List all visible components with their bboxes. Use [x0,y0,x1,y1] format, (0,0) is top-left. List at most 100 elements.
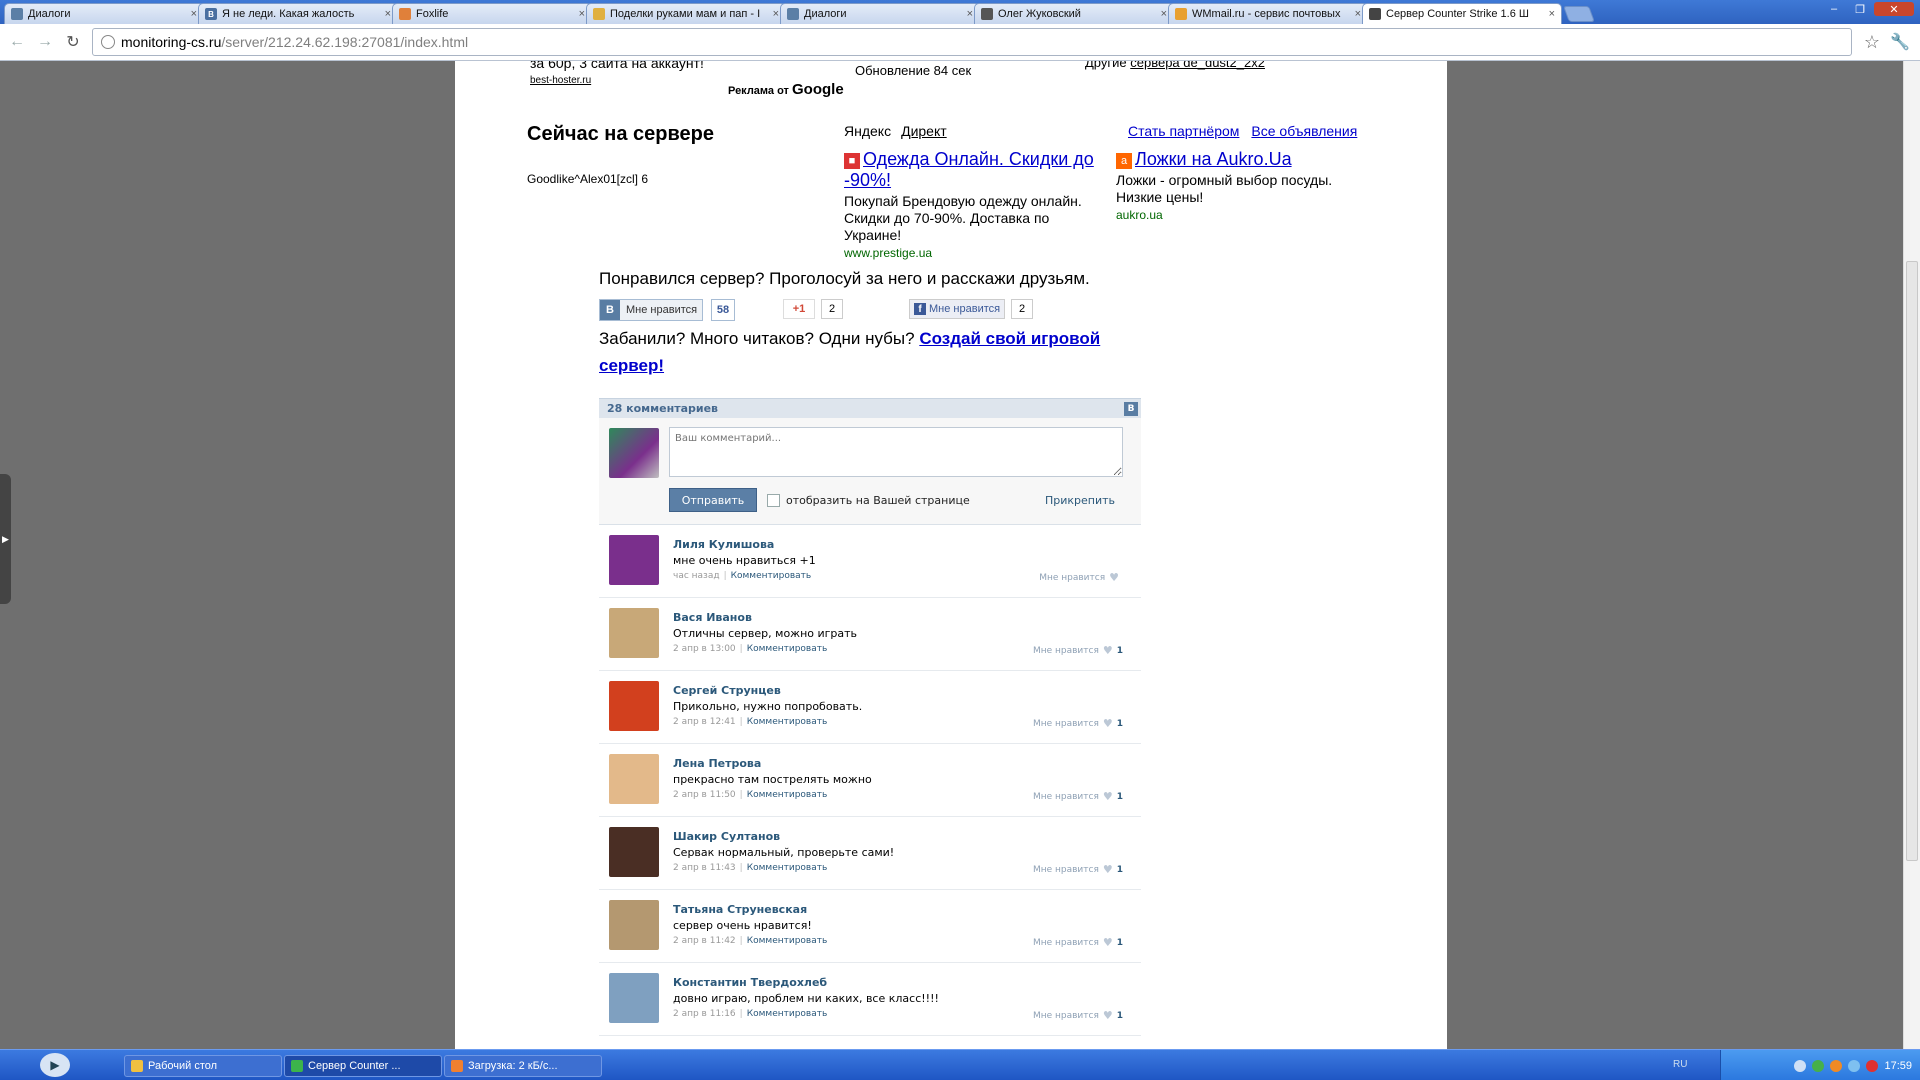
reply-link[interactable]: Комментировать [747,863,828,873]
comment-like-button[interactable]: Мне нравится ♥ 1 [1033,863,1123,876]
avatar[interactable] [609,900,659,950]
browser-tab[interactable]: Диалоги × [4,3,204,24]
comment-author[interactable]: Константин Твердохлеб [673,976,827,989]
vk-logo-icon[interactable]: B [1124,401,1138,416]
network-icon[interactable] [1848,1059,1861,1072]
show-on-page-checkbox[interactable] [767,494,780,507]
ad-spoons[interactable]: a Ложки на Aukro.Ua Ложки - огромный выбо… [1116,149,1376,222]
tab-close-icon[interactable]: × [1161,8,1167,20]
scrollbar-thumb[interactable] [1906,261,1918,861]
browser-tab[interactable]: Foxlife × [392,3,592,24]
all-ads-link[interactable]: Все объявления [1251,123,1357,139]
tab-close-icon[interactable]: × [773,8,779,20]
yandex-label[interactable]: Яндекс [844,123,891,139]
liked-server-text: Понравился сервер? Проголосуй за него и … [599,269,1090,288]
ad-clothing-url[interactable]: www.prestige.ua [844,246,1094,260]
wrench-menu-icon[interactable]: 🔧 [1890,32,1910,52]
avatar[interactable] [609,973,659,1023]
avatar[interactable] [609,754,659,804]
comment-like-button[interactable]: Мне нравится ♥ 1 [1033,790,1123,803]
browser-tab[interactable]: Поделки руками мам и пап - I × [586,3,786,24]
reply-link[interactable]: Комментировать [747,644,828,654]
comment-input[interactable] [669,427,1123,477]
page-scrollbar[interactable] [1903,61,1920,1049]
direct-label[interactable]: Директ [901,123,947,139]
side-panel-toggle[interactable]: ▶ [0,474,11,604]
taskbar-item[interactable]: Рабочий стол [124,1055,282,1077]
comment-author[interactable]: Вася Иванов [673,611,752,624]
minimize-icon[interactable]: – [1822,2,1846,16]
tab-close-icon[interactable]: × [1355,8,1361,20]
comment-author[interactable]: Лиля Кулишова [673,538,774,551]
close-window-icon[interactable]: ✕ [1874,2,1914,16]
comment-author[interactable]: Сергей Струнцев [673,684,781,697]
comment-author[interactable]: Шакир Султанов [673,830,780,843]
comment-like-button[interactable]: Мне нравится ♥ 1 [1033,717,1123,730]
browser-tab[interactable]: WMmail.ru - сервис почтовых × [1168,3,1368,24]
heart-icon: ♥ [1102,717,1113,730]
comment-author[interactable]: Татьяна Струневская [673,903,807,916]
top-ad[interactable]: за 60р, 3 сайта на аккаунт! best-hoster.… [530,61,704,86]
vk-like-button[interactable]: B Мне нравится [599,299,703,321]
ad-spoons-title[interactable]: a Ложки на Aukro.Ua [1116,149,1376,170]
avatar[interactable] [609,535,659,585]
restore-icon[interactable]: ❐ [1848,2,1872,16]
ad-clothing-title[interactable]: ■ Одежда Онлайн. Скидки до -90%! [844,149,1094,191]
comment-like-button[interactable]: Мне нравится ♥ [1039,571,1123,584]
browser-tab[interactable]: Диалоги × [780,3,980,24]
page-info-icon[interactable] [101,35,115,49]
browser-tab[interactable]: Олег Жуковский × [974,3,1174,24]
comment-time[interactable]: 2 апр в 13:00 [673,644,736,654]
reply-link[interactable]: Комментировать [747,790,828,800]
comment-author[interactable]: Лена Петрова [673,757,761,770]
reply-link[interactable]: Комментировать [731,571,812,581]
forward-icon[interactable]: → [34,31,56,53]
alert-icon[interactable] [1866,1059,1879,1072]
avatar[interactable] [609,681,659,731]
comment-time[interactable]: 2 апр в 11:42 [673,936,736,946]
back-icon[interactable]: ← [6,31,28,53]
avatar[interactable] [609,608,659,658]
browser-tab[interactable]: B Я не леди. Какая жалость × [198,3,398,24]
comments-count[interactable]: 28 комментариев [607,402,718,415]
send-button[interactable]: Отправить [669,488,757,512]
comment-time[interactable]: 2 апр в 11:16 [673,1009,736,1019]
ad-clothing[interactable]: ■ Одежда Онлайн. Скидки до -90%! Покупай … [844,149,1094,260]
comment-like-button[interactable]: Мне нравится ♥ 1 [1033,936,1123,949]
taskbar-item[interactable]: Сервер Counter ... [284,1055,442,1077]
comment-time[interactable]: 2 апр в 11:50 [673,790,736,800]
attach-link[interactable]: Прикрепить [1045,494,1115,507]
facebook-like-button[interactable]: f Мне нравится [909,299,1005,319]
language-indicator[interactable]: RU [1673,1059,1687,1070]
reply-link[interactable]: Комментировать [747,1009,828,1019]
reload-icon[interactable]: ↻ [62,31,84,53]
google-plus-button[interactable]: +1 [783,299,815,319]
browser-tab[interactable]: Сервер Counter Strike 1.6 Ш × [1362,3,1562,24]
comment-time[interactable]: 2 апр в 12:41 [673,717,736,727]
top-ad-link[interactable]: best-hoster.ru [530,75,704,86]
become-partner-link[interactable]: Стать партнёром [1128,123,1239,139]
bookmark-star-icon[interactable]: ☆ [1864,32,1880,53]
reply-link[interactable]: Комментировать [747,936,828,946]
tab-close-icon[interactable]: × [579,8,585,20]
avatar[interactable] [609,827,659,877]
google-ads-label[interactable]: Реклама от Google [728,81,844,98]
comment-like-button[interactable]: Мне нравится ♥ 1 [1033,644,1123,657]
new-tab-button[interactable] [1563,6,1595,22]
download-icon[interactable] [1812,1059,1825,1072]
tab-close-icon[interactable]: × [1549,8,1555,20]
reply-link[interactable]: Комментировать [747,717,828,727]
ad-spoons-url[interactable]: aukro.ua [1116,208,1376,222]
other-servers-link[interactable]: сервера de_dust2_2x2 [1130,61,1265,70]
media-play-icon[interactable]: ▶ [40,1053,70,1077]
address-bar[interactable]: monitoring-cs.ru/server/212.24.62.198:27… [92,28,1852,56]
tab-close-icon[interactable]: × [385,8,391,20]
firefox-icon[interactable] [1830,1059,1843,1072]
tab-close-icon[interactable]: × [191,8,197,20]
tab-close-icon[interactable]: × [967,8,973,20]
speaker-icon[interactable] [1794,1059,1807,1072]
taskbar-item[interactable]: Загрузка: 2 кБ/с... [444,1055,602,1077]
comment-time[interactable]: час назад [673,571,720,581]
comment-time[interactable]: 2 апр в 11:43 [673,863,736,873]
comment-like-button[interactable]: Мне нравится ♥ 1 [1033,1009,1123,1022]
